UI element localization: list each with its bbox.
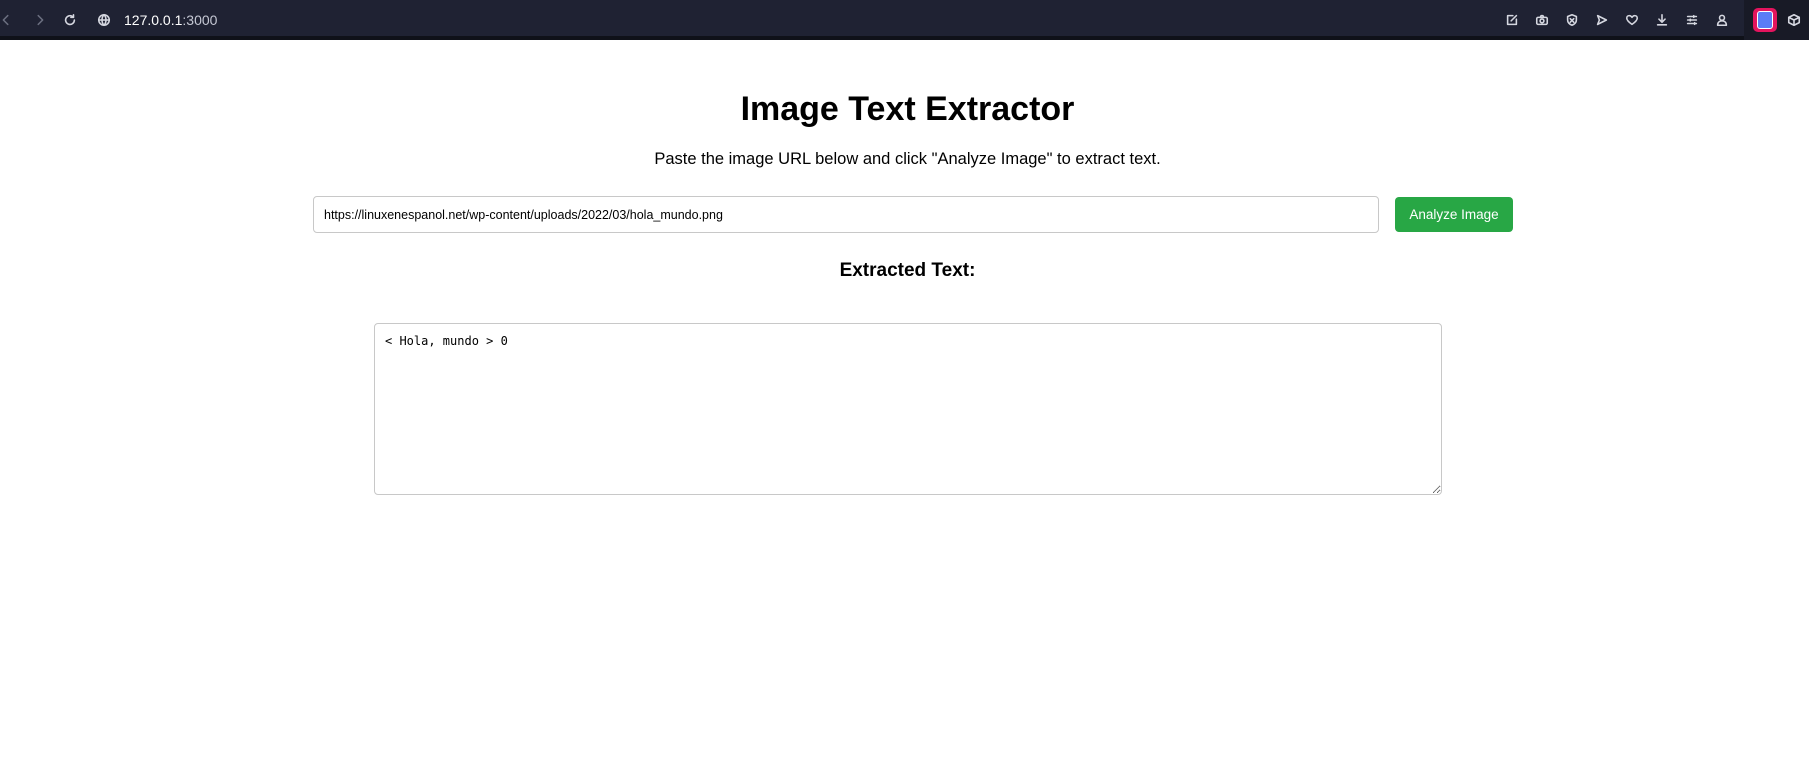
menu-icon[interactable]: [1682, 10, 1702, 30]
forward-icon[interactable]: [30, 10, 50, 30]
extracted-text-output[interactable]: < Hola, mundo > 0: [374, 323, 1442, 495]
camera-icon[interactable]: [1532, 10, 1552, 30]
page-subtitle: Paste the image URL below and click "Ana…: [654, 150, 1161, 168]
back-icon[interactable]: [0, 10, 16, 30]
send-icon[interactable]: [1592, 10, 1612, 30]
extension-icon[interactable]: [1753, 8, 1777, 32]
download-icon[interactable]: [1652, 10, 1672, 30]
image-url-input[interactable]: [313, 196, 1379, 233]
box-icon[interactable]: [1784, 10, 1804, 30]
browser-toolbar: 127.0.0.1:3000: [0, 0, 1809, 40]
shield-icon[interactable]: [1562, 10, 1582, 30]
globe-icon[interactable]: [94, 10, 114, 30]
address-bar[interactable]: 127.0.0.1:3000: [124, 12, 217, 28]
edit-icon[interactable]: [1502, 10, 1522, 30]
extracted-text-heading: Extracted Text:: [839, 260, 976, 281]
page-title: Image Text Extractor: [740, 90, 1075, 128]
analyze-image-button[interactable]: Analyze Image: [1395, 197, 1513, 232]
heart-icon[interactable]: [1622, 10, 1642, 30]
profile-icon[interactable]: [1712, 10, 1732, 30]
url-host: 127.0.0.1: [124, 12, 183, 28]
reload-icon[interactable]: [60, 10, 80, 30]
url-port: :3000: [182, 12, 218, 28]
